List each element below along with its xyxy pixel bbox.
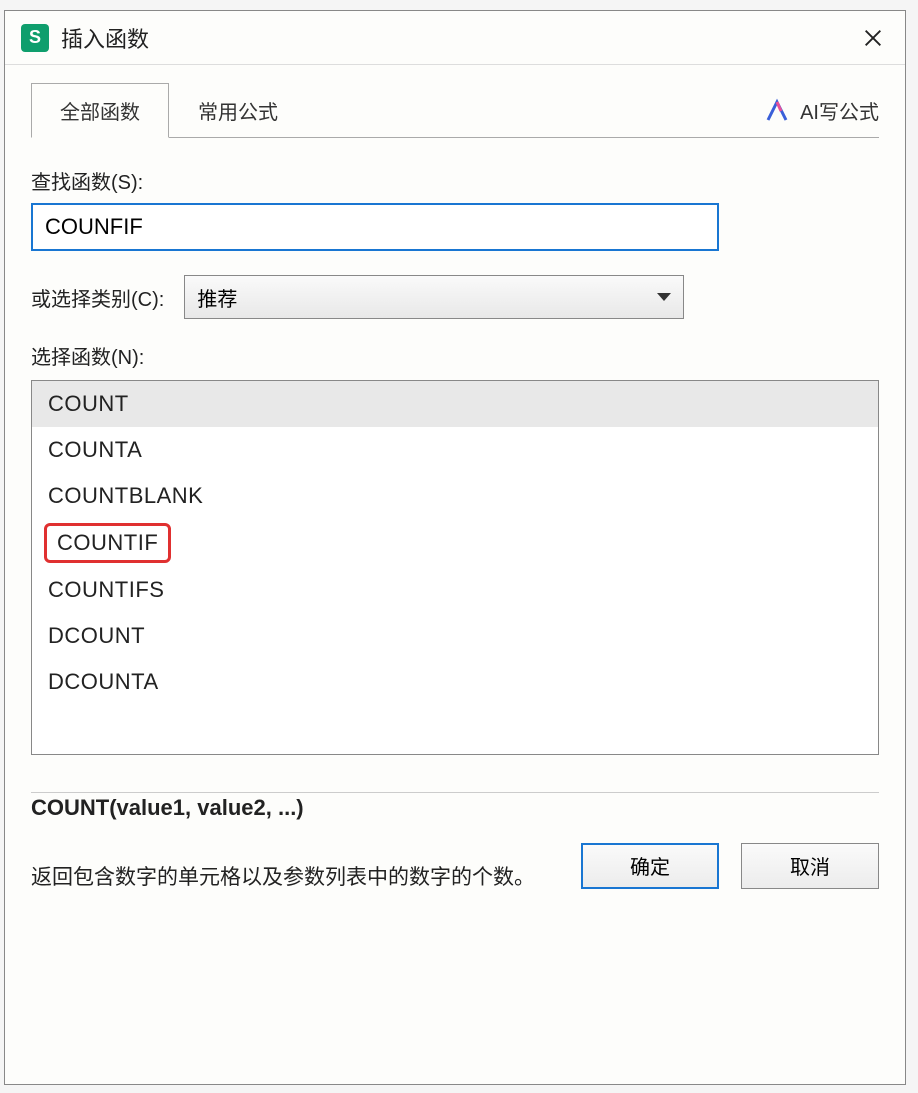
function-item-countblank[interactable]: COUNTBLANK [32,473,878,519]
search-field-group: 查找函数(S): [31,166,879,251]
button-row: 确定 取消 [581,843,879,889]
function-item-count[interactable]: COUNT [32,381,878,427]
function-item-counta[interactable]: COUNTA [32,427,878,473]
category-select[interactable]: 推荐 [184,275,684,319]
tab-common-formulas[interactable]: 常用公式 [169,83,307,138]
tabs-row: 全部函数 常用公式 AI写公式 [31,83,879,138]
function-item-dcounta[interactable]: DCOUNTA [32,659,878,705]
function-list-label: 选择函数(N): [31,341,879,370]
ai-icon [764,98,790,124]
function-item-countifs[interactable]: COUNTIFS [32,567,878,613]
titlebar: S 插入函数 [5,11,905,65]
close-icon [862,27,884,49]
category-selected-value: 推荐 [197,283,237,312]
tab-all-functions[interactable]: 全部函数 [31,83,169,138]
ai-formula-label: AI写公式 [800,96,879,125]
function-item-countif[interactable]: COUNTIF [44,523,171,563]
app-icon: S [21,24,49,52]
chevron-down-icon [657,293,671,301]
search-input[interactable] [31,203,719,251]
category-row: 或选择类别(C): 推荐 [31,275,879,319]
insert-function-dialog: S 插入函数 全部函数 常用公式 AI写公式 [4,10,906,1085]
dialog-title: 插入函数 [61,22,857,54]
cancel-button[interactable]: 取消 [741,843,879,889]
ok-button[interactable]: 确定 [581,843,719,889]
ai-formula-button[interactable]: AI写公式 [764,96,879,125]
syntax-text: COUNT(value1, value2, ...) [31,795,879,821]
function-item-dcount[interactable]: DCOUNT [32,613,878,659]
dialog-content: 全部函数 常用公式 AI写公式 查找函数(S): 或选择类别(C): 推荐 [5,65,905,913]
search-label: 查找函数(S): [31,166,879,195]
close-button[interactable] [857,22,889,54]
function-list-group: 选择函数(N): COUNT COUNTA COUNTBLANK COUNTIF… [31,341,879,755]
divider [31,792,879,793]
category-label: 或选择类别(C): [31,283,164,312]
function-listbox[interactable]: COUNT COUNTA COUNTBLANK COUNTIF COUNTIFS… [31,380,879,755]
